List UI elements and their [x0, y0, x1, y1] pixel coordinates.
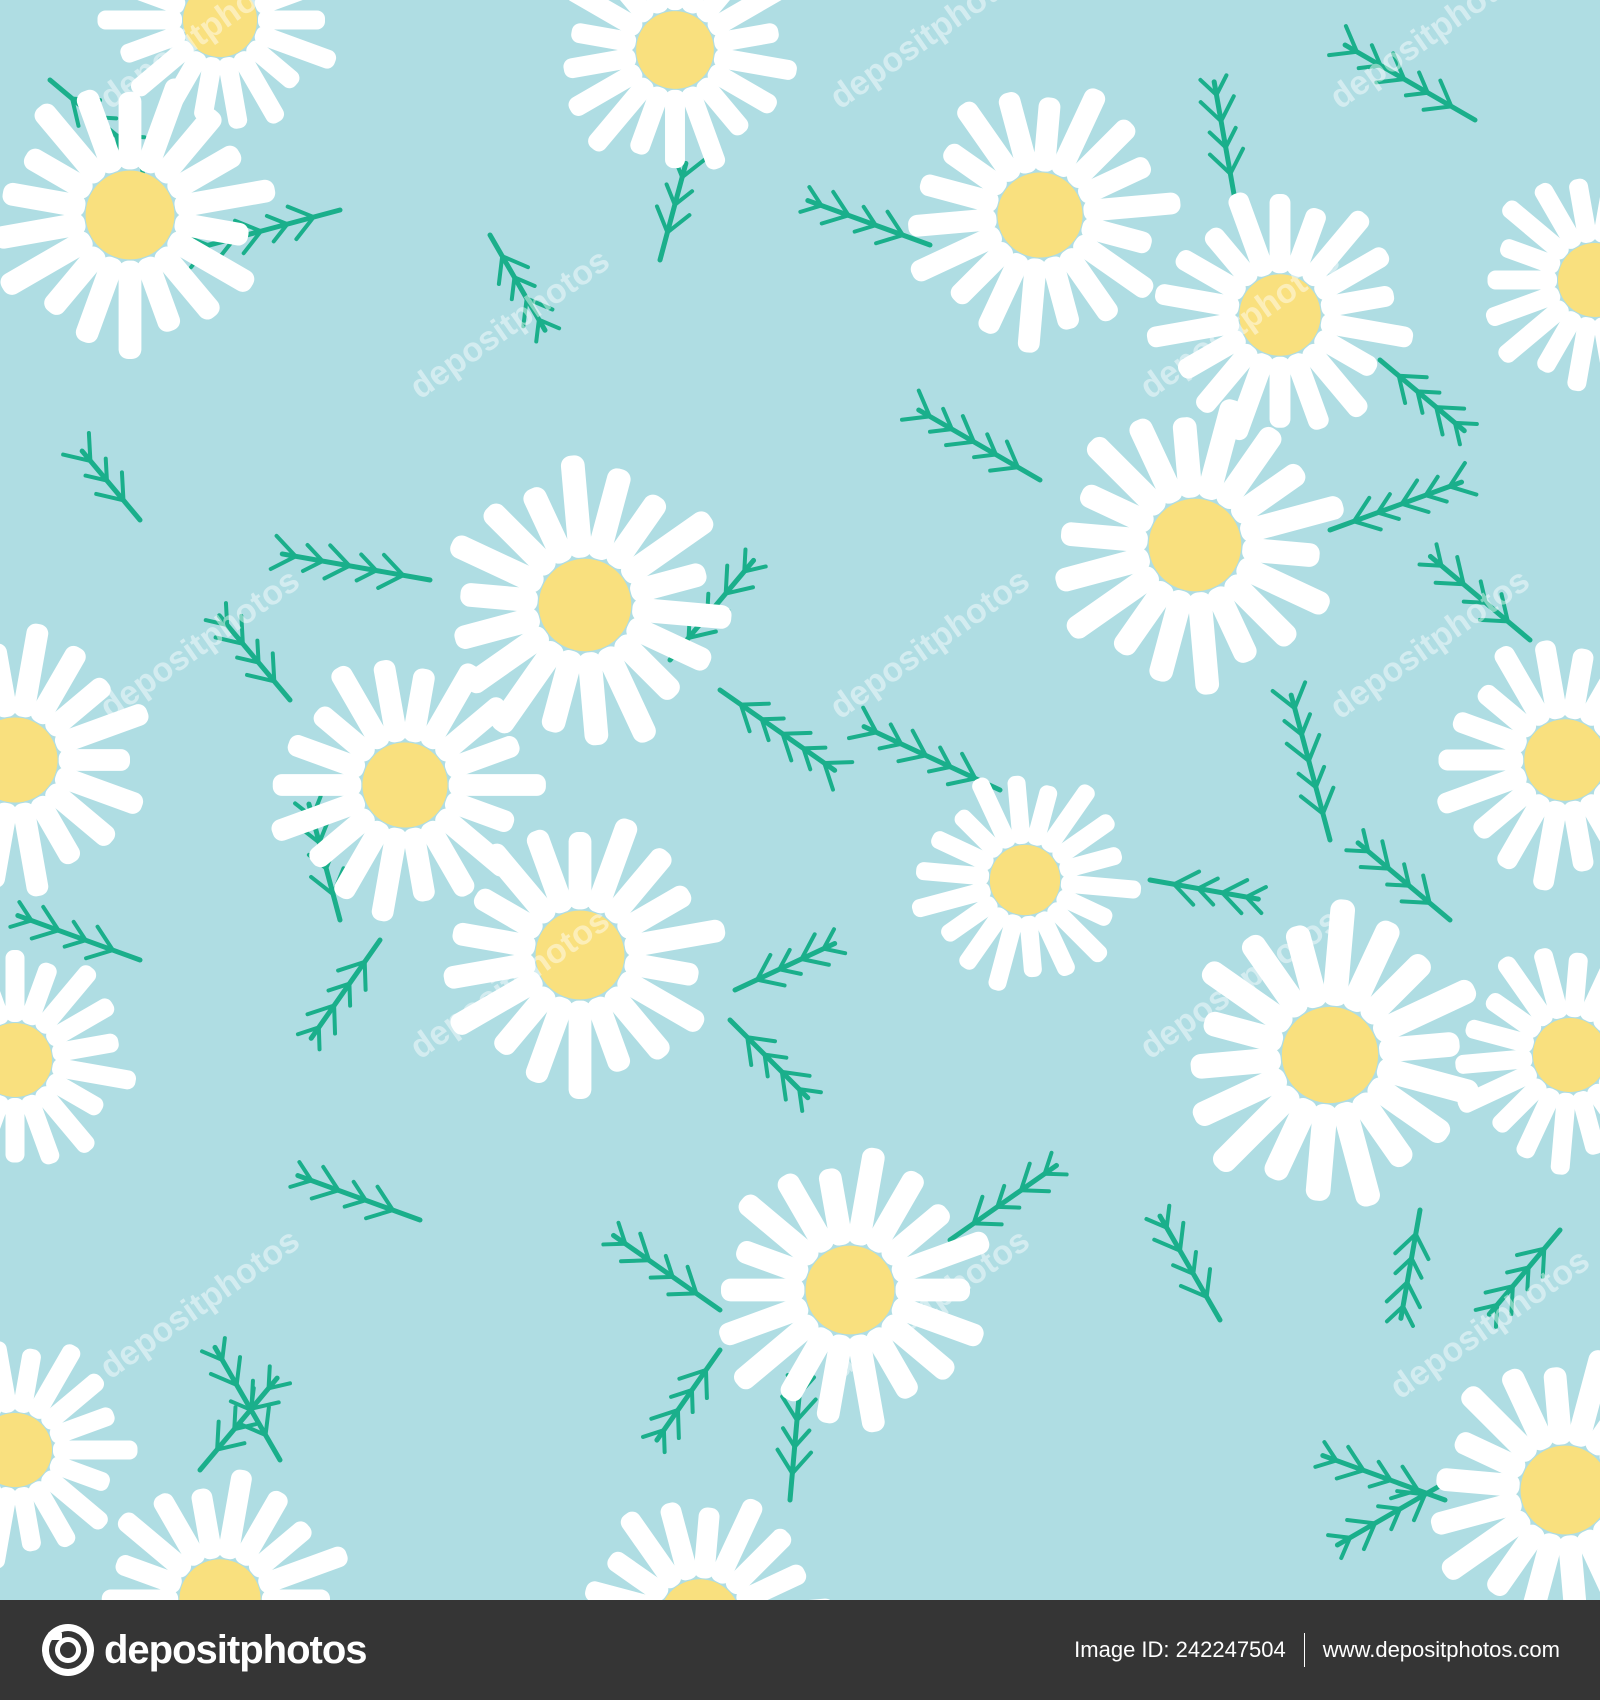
daisy-flower: [585, 1498, 835, 1600]
daisy-flower: [101, 1469, 348, 1600]
leaf-sprig: [1313, 1440, 1448, 1503]
daisy-petal: [665, 89, 685, 169]
leaf-sprig: [732, 927, 848, 993]
leaf-sprig: [288, 1160, 423, 1223]
daisy-flower: [911, 775, 1142, 991]
site-url-link[interactable]: www.depositphotos.com: [1323, 1639, 1560, 1661]
daisy-petal: [97, 10, 182, 30]
leaf-sprig: [654, 149, 707, 263]
leaf-sprig: [1327, 461, 1479, 533]
daisy-pattern: depositphotos depositphotos depositphotos d…: [0, 0, 1600, 1600]
image-id: Image ID: 242247504: [1074, 1637, 1286, 1662]
leaf-sprig: [61, 430, 143, 523]
daisy-petal: [5, 1098, 25, 1163]
leaf-sprig: [1198, 73, 1246, 203]
leaf-sprig: [1384, 1207, 1431, 1328]
daisy-petal: [118, 260, 142, 359]
camera-icon: [40, 1622, 96, 1678]
leaf-sprig: [8, 900, 143, 963]
daisy-petal: [0, 802, 17, 888]
daisy-petal: [568, 1000, 592, 1099]
daisy-flower: [1485, 161, 1600, 399]
leaf-sprig: [601, 1220, 723, 1313]
daisy-flower: [1055, 399, 1344, 695]
leaf-sprig: [899, 388, 1043, 483]
daisy-petal: [1487, 270, 1557, 290]
stock-image: depositphotos depositphotos depositphotos d…: [0, 0, 1600, 1700]
daisy-petal: [53, 1440, 138, 1460]
watermark-text: depositphotos: [1323, 0, 1537, 117]
daisy-petal: [5, 950, 25, 1022]
daisy-flower: [0, 623, 149, 897]
watermark-text: depositphotos: [93, 561, 307, 726]
daisy-petal: [448, 774, 546, 796]
daisy-petal: [0, 1487, 17, 1569]
watermark-text: depositphotos: [93, 1221, 307, 1386]
daisy-flower: [563, 0, 797, 170]
daisy-petal: [568, 832, 592, 910]
daisy-pattern-svg: depositphotos depositphotos depositphotos d…: [0, 0, 1600, 1600]
leaf-sprig: [727, 1017, 823, 1113]
daisy-petal: [1269, 356, 1291, 428]
daisy-petal: [1269, 194, 1291, 274]
image-meta: Image ID: 242247504 www.depositphotos.co…: [1074, 1633, 1560, 1667]
daisy-petal: [58, 749, 131, 771]
daisy-petal: [1438, 749, 1524, 771]
divider: [1303, 1633, 1305, 1667]
leaf-sprig: [1147, 869, 1268, 916]
leaf-sprig: [1344, 828, 1453, 923]
daisy-flower: [1455, 944, 1600, 1175]
daisy-petal: [721, 1278, 805, 1302]
daisy-petal: [272, 774, 362, 796]
leaf-sprig: [641, 1347, 723, 1455]
leaf-sprig: [1377, 357, 1479, 447]
leaf-sprig: [295, 937, 383, 1052]
daisy-flower: [1146, 192, 1414, 441]
leaf-sprig: [197, 1364, 292, 1473]
watermark-text: depositphotos: [823, 561, 1037, 726]
daisy-flower: [0, 78, 276, 359]
daisy-petal: [258, 10, 325, 30]
watermark-footer: depositphotos Image ID: 242247504 www.de…: [0, 1600, 1600, 1700]
brand-name: depositphotos: [104, 1628, 368, 1672]
leaf-sprig: [1144, 1203, 1223, 1323]
daisy-flower: [0, 948, 137, 1174]
brand[interactable]: depositphotos: [40, 1622, 368, 1678]
